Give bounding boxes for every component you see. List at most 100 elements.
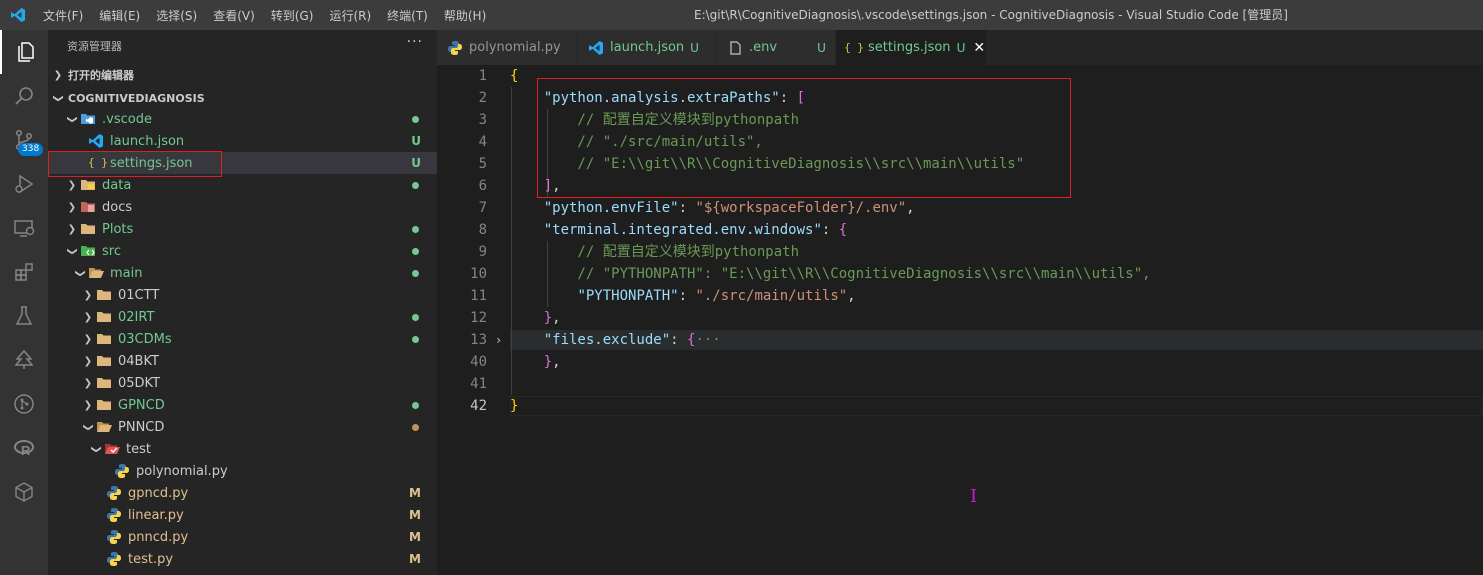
tree-item-test-py[interactable]: test.py M (48, 548, 437, 570)
python-file-icon (106, 529, 122, 545)
menu-run[interactable]: 运行(R) (329, 7, 371, 24)
tree-item-data[interactable]: ❯ data (48, 174, 437, 196)
vscode-logo-icon (10, 7, 26, 23)
tree-item-launch-json[interactable]: launch.json U (48, 130, 437, 152)
explorer-icon[interactable] (0, 30, 50, 74)
extensions-icon[interactable] (0, 250, 48, 294)
workspace-section[interactable]: ❯ COGNITIVEDIAGNOSIS (48, 87, 437, 109)
python-icon (447, 40, 463, 56)
folder-docs-icon (80, 199, 96, 215)
menu-help[interactable]: 帮助(H) (444, 7, 486, 24)
workspace-label: COGNITIVEDIAGNOSIS (68, 91, 205, 105)
activity-bar: 338 R (0, 30, 48, 575)
code-token: , (552, 354, 561, 370)
tree-item-vscode[interactable]: ❯ .vscode (48, 108, 437, 130)
code-token: } (543, 354, 553, 370)
testing-icon[interactable] (0, 294, 48, 338)
tree-item-label: data (102, 177, 132, 193)
code-token: "terminal.integrated.env.windows" (543, 222, 822, 238)
tab-settings-json[interactable]: { } settings.json U ✕ (836, 30, 987, 65)
tab-launch-json[interactable]: launch.json U (578, 30, 717, 65)
tree-item-main[interactable]: ❯ main (48, 262, 437, 284)
run-debug-icon[interactable] (0, 162, 48, 206)
menu-terminal[interactable]: 终端(T) (387, 7, 428, 24)
code-token: : (670, 332, 688, 348)
tree-item-gpncd-py[interactable]: gpncd.py M (48, 482, 437, 504)
chevron-down-icon: ❯ (74, 268, 86, 278)
search-icon[interactable] (0, 74, 48, 118)
folder-data-icon (80, 177, 96, 193)
scm-badge: 338 (18, 143, 44, 156)
status-dot (412, 247, 419, 255)
line-number: 3 (478, 112, 487, 128)
folder-icon (80, 221, 96, 237)
code-token: ··· (695, 332, 721, 348)
line-number: 13 (470, 332, 487, 348)
python-file-icon (114, 463, 130, 479)
tab-label: settings.json (868, 40, 951, 55)
close-icon[interactable]: ✕ (973, 40, 985, 56)
chevron-right-icon: ❯ (83, 333, 93, 345)
tree-item-gpncd[interactable]: ❯ GPNCD (48, 394, 437, 416)
code-token: // "PYTHONPATH": "E:\\git\\R\\CognitiveD… (510, 266, 1151, 282)
open-editors-section[interactable]: ❯ 打开的编辑器 (48, 64, 437, 86)
code-line: // 配置自定义模块到pythonpath (510, 241, 799, 263)
line-number: 42 (470, 398, 487, 414)
tab-env[interactable]: .env U (717, 30, 836, 65)
code-line: }, (510, 351, 561, 373)
tree-item-label: 02IRT (118, 309, 155, 325)
status-dot (412, 115, 419, 123)
fold-chevron-icon[interactable]: › (495, 329, 502, 351)
tree-item-docs[interactable]: ❯ docs (48, 196, 437, 218)
menu-edit[interactable]: 编辑(E) (99, 7, 140, 24)
svg-text:R: R (21, 443, 31, 458)
line-number: 8 (478, 222, 487, 238)
tree-item-src[interactable]: ❯ src (48, 240, 437, 262)
tree-item-test[interactable]: ❯ test (48, 438, 437, 460)
git-graph-icon[interactable] (0, 382, 48, 426)
folder-open-icon (96, 419, 112, 435)
code-token: // 配置自定义模块到pythonpath (510, 244, 800, 260)
chevron-right-icon: ❯ (83, 377, 93, 389)
tree-item-label: 01CTT (118, 287, 160, 303)
cube-icon[interactable] (0, 470, 48, 514)
tree-item-pnncd-py[interactable]: pnncd.py M (48, 526, 437, 548)
code-token: "PYTHONPATH" (577, 288, 679, 304)
tree-item-02irt[interactable]: ❯ 02IRT (48, 306, 437, 328)
code-token: "files.exclude" (543, 332, 671, 348)
tree-item-label: GPNCD (118, 397, 165, 413)
tree-item-pnncd[interactable]: ❯ PNNCD (48, 416, 437, 438)
tree-icon[interactable] (0, 338, 48, 382)
code-editor[interactable]: 1 2 3 4 5 6 7 8 9 10 11 12 13 40 41 42 { "python.analys… (437, 65, 1483, 575)
source-control-icon[interactable]: 338 (0, 118, 48, 162)
tree-item-polynomial-py[interactable]: polynomial.py (48, 460, 437, 482)
tab-status: U (690, 40, 699, 55)
python-file-icon (106, 485, 122, 501)
menu-view[interactable]: 查看(V) (213, 7, 255, 24)
vscode-icon (588, 40, 604, 56)
remote-explorer-icon[interactable] (0, 206, 48, 250)
tree-item-label: gpncd.py (128, 485, 189, 501)
tree-item-plots[interactable]: ❯ Plots (48, 218, 437, 240)
line-number: 5 (478, 156, 487, 172)
title-bar: 文件(F) 编辑(E) 选择(S) 查看(V) 转到(G) 运行(R) 终端(T… (0, 0, 1483, 30)
menu-go[interactable]: 转到(G) (271, 7, 314, 24)
python-file-icon (106, 551, 122, 567)
tree-item-05dkt[interactable]: ❯ 05DKT (48, 372, 437, 394)
more-actions-button[interactable]: ··· (407, 34, 423, 50)
r-icon[interactable]: R (0, 426, 48, 470)
tree-item-03cdms[interactable]: ❯ 03CDMs (48, 328, 437, 350)
menu-selection[interactable]: 选择(S) (156, 7, 197, 24)
tree-item-04bkt[interactable]: ❯ 04BKT (48, 350, 437, 372)
chevron-down-icon: ❯ (66, 114, 78, 124)
menu-file[interactable]: 文件(F) (43, 7, 83, 24)
tab-polynomial-py[interactable]: polynomial.py (437, 30, 578, 65)
tree-item-linear-py[interactable]: linear.py M (48, 504, 437, 526)
code-token: } (543, 310, 553, 326)
tree-item-01ctt[interactable]: ❯ 01CTT (48, 284, 437, 306)
status-untracked: U (411, 134, 421, 148)
